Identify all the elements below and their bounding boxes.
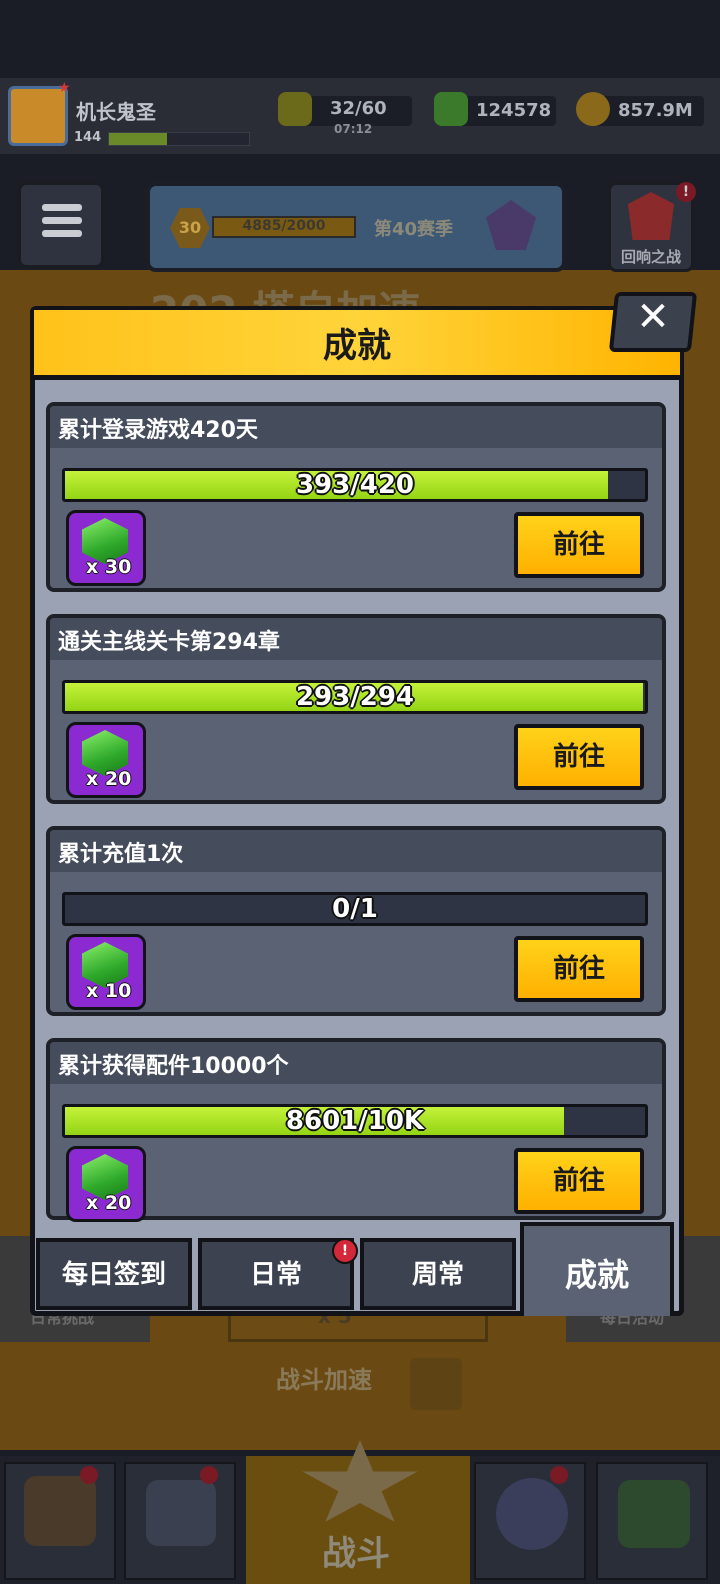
echo-battle-label: 回响之战 — [620, 248, 681, 266]
achievement-title: 通关主线关卡第294章 — [58, 630, 280, 655]
go-button-label[interactable]: 前往 — [514, 724, 644, 790]
achievement-title: 累计获得配件10000个 — [58, 1054, 289, 1079]
progress-text: 293/294 — [295, 682, 415, 712]
reward-quantity: x 30 — [86, 556, 132, 578]
reward-quantity: x 10 — [86, 980, 132, 1002]
gem-plus-icon[interactable] — [434, 92, 468, 126]
coin-plus-icon[interactable] — [576, 92, 610, 126]
coin-count: 857.9M — [618, 100, 693, 121]
reward-quantity: x 20 — [86, 1192, 132, 1214]
tab-achievements-label[interactable]: 成就 — [520, 1250, 674, 1296]
season-name: 第40赛季 — [374, 219, 454, 240]
battle-label: 战斗 — [322, 1534, 390, 1574]
armor-badge — [200, 1466, 218, 1484]
modal-title: 成就 — [323, 326, 391, 366]
player-name: 机长鬼圣 — [76, 100, 156, 124]
close-icon[interactable]: ✕ — [612, 294, 694, 340]
armor-icon — [146, 1480, 216, 1546]
season-progress-text: 4885/2000 — [242, 218, 326, 234]
evolve-icon — [618, 1480, 690, 1548]
hamburger-icon — [42, 204, 82, 244]
tab-daily-badge: ! — [332, 1238, 358, 1264]
tab-weekly-label[interactable]: 周常 — [360, 1254, 516, 1291]
go-button-label[interactable]: 前往 — [514, 512, 644, 578]
energy-count: 32/60 — [330, 98, 387, 119]
progress-text: 8601/10K — [285, 1106, 425, 1136]
energy-icon[interactable] — [278, 92, 312, 126]
talent-orb-icon — [496, 1478, 568, 1550]
tab-daily-label[interactable]: 日常 — [198, 1254, 354, 1291]
reward-quantity: x 20 — [86, 768, 132, 790]
battle-speed-toggle[interactable] — [410, 1358, 462, 1410]
shop-badge — [80, 1466, 98, 1484]
xp-bar-fill — [109, 133, 167, 145]
achievement-title: 累计登录游戏420天 — [58, 418, 258, 443]
go-button-label[interactable]: 前往 — [514, 1148, 644, 1214]
shop-icon — [24, 1476, 96, 1546]
go-button-label[interactable]: 前往 — [514, 936, 644, 1002]
energy-timer: 07:12 — [334, 122, 373, 136]
battle-speed-label: 战斗加速 — [276, 1366, 372, 1394]
player-level: 144 — [74, 130, 102, 145]
tab-daily-signin-label[interactable]: 每日签到 — [36, 1254, 192, 1291]
progress-text: 0/1 — [332, 894, 378, 924]
rank-star-icon: ★ — [58, 80, 71, 96]
achievement-title: 累计充值1次 — [58, 842, 184, 867]
talent-badge — [550, 1466, 568, 1484]
notification-badge: ! — [676, 182, 696, 202]
progress-text: 393/420 — [295, 470, 415, 500]
gem-count: 124578 — [476, 100, 552, 121]
